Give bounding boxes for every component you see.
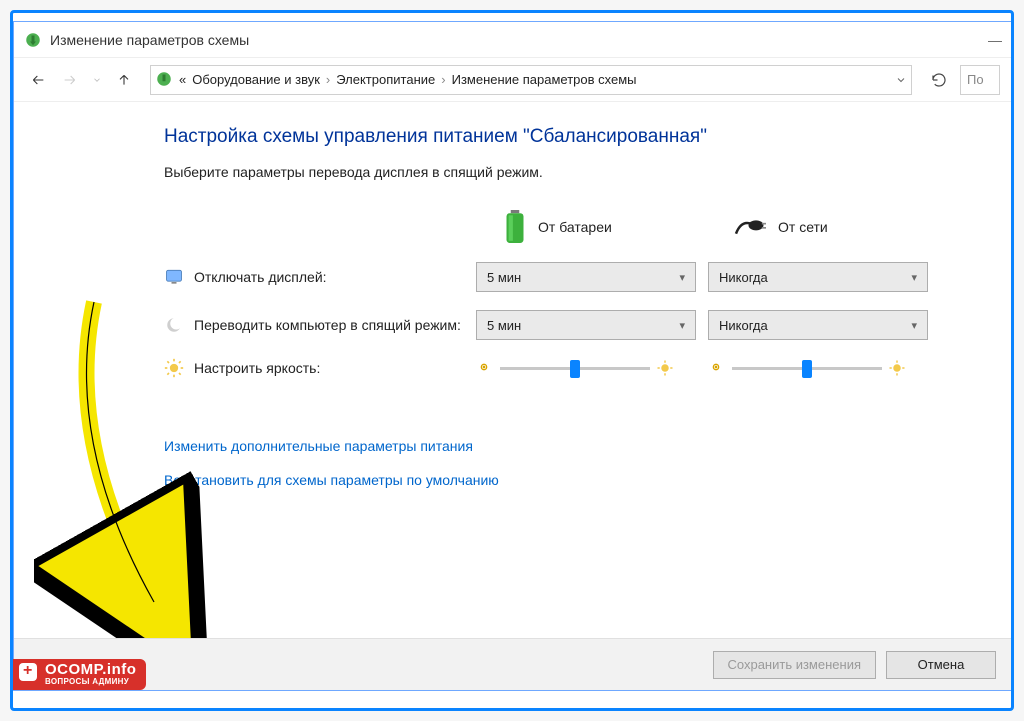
brightness-battery-slider[interactable] (476, 359, 696, 377)
moon-icon (164, 315, 184, 335)
row-turn-off-display: Отключать дисплей: (164, 267, 464, 287)
chevron-right-icon: › (326, 72, 330, 87)
breadcrumb[interactable]: « Оборудование и звук › Электропитание ›… (150, 65, 912, 95)
sun-icon (164, 358, 184, 378)
title-bar: Изменение параметров схемы — (14, 22, 1012, 58)
power-plan-icon (155, 70, 175, 90)
nav-back-button[interactable] (26, 68, 50, 92)
sun-bright-icon (656, 359, 674, 377)
restore-defaults-link[interactable]: Восстановить для схемы параметры по умол… (164, 472, 952, 488)
footer: Сохранить изменения Отмена (14, 638, 1012, 690)
breadcrumb-item[interactable]: Электропитание (336, 72, 435, 87)
window-controls: — (988, 32, 1002, 48)
chevron-down-icon: ▾ (679, 271, 685, 284)
minimize-button[interactable]: — (988, 32, 1002, 48)
refresh-button[interactable] (926, 67, 952, 93)
display-timeout-ac-select[interactable]: Никогда ▾ (708, 262, 928, 292)
window-title: Изменение параметров схемы (50, 32, 249, 48)
recent-locations-chevron[interactable] (90, 68, 104, 92)
page-title: Настройка схемы управления питанием "Сба… (164, 126, 952, 148)
advanced-power-settings-link[interactable]: Изменить дополнительные параметры питани… (164, 438, 952, 454)
col-header-ac: От сети (708, 217, 928, 237)
brightness-ac-slider[interactable] (708, 359, 928, 377)
search-placeholder: По (967, 72, 984, 87)
breadcrumb-prefix: « (179, 72, 186, 87)
row-brightness: Настроить яркость: (164, 358, 464, 378)
cancel-button[interactable]: Отмена (886, 651, 996, 679)
display-timeout-battery-select[interactable]: 5 мин ▾ (476, 262, 696, 292)
chevron-right-icon: › (441, 72, 445, 87)
nav-up-button[interactable] (112, 68, 136, 92)
sleep-timeout-battery-select[interactable]: 5 мин ▾ (476, 310, 696, 340)
sleep-timeout-ac-select[interactable]: Никогда ▾ (708, 310, 928, 340)
breadcrumb-item[interactable]: Изменение параметров схемы (452, 72, 637, 87)
monitor-icon (164, 267, 184, 287)
save-button[interactable]: Сохранить изменения (713, 651, 877, 679)
sun-bright-icon (888, 359, 906, 377)
search-input[interactable]: По (960, 65, 1000, 95)
nav-bar: « Оборудование и звук › Электропитание ›… (14, 58, 1012, 102)
breadcrumb-item[interactable]: Оборудование и звук (192, 72, 320, 87)
col-header-battery: От батареи (476, 210, 696, 244)
chevron-down-icon: ▾ (679, 319, 685, 332)
row-sleep: Переводить компьютер в спящий режим: (164, 315, 464, 335)
sun-dim-icon (476, 359, 494, 377)
chevron-down-icon: ▾ (911, 319, 917, 332)
breadcrumb-dropdown-chevron[interactable] (895, 74, 907, 86)
page-subtitle: Выберите параметры перевода дисплея в сп… (164, 164, 952, 180)
watermark-badge: OCOMP.info ВОПРОСЫ АДМИНУ (13, 659, 146, 690)
battery-icon (502, 210, 528, 244)
sun-dim-icon (708, 359, 726, 377)
power-plan-icon (24, 31, 42, 49)
chevron-down-icon: ▾ (911, 271, 917, 284)
plug-icon (734, 217, 768, 237)
nav-forward-button[interactable] (58, 68, 82, 92)
